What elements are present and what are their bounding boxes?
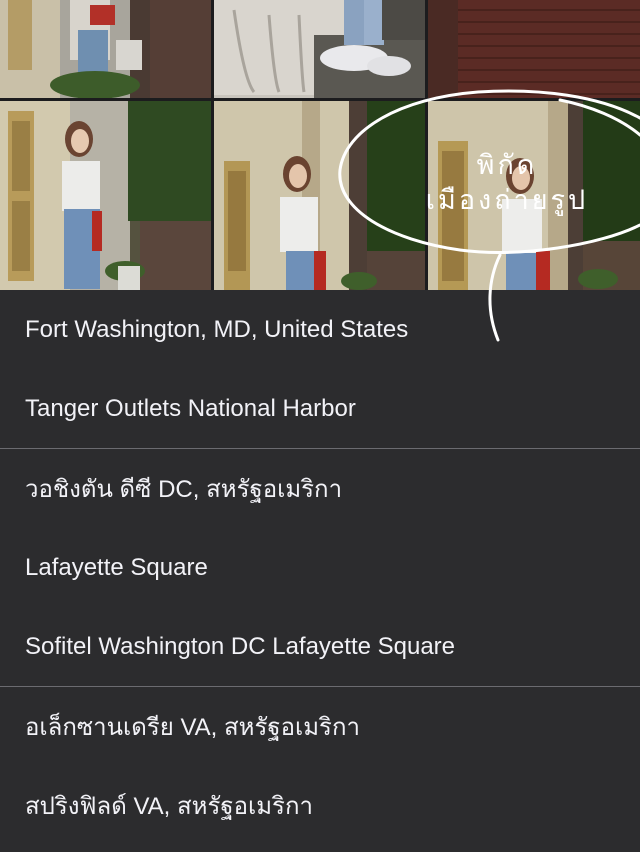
location-label: Tanger Outlets National Harbor	[25, 394, 356, 422]
location-label: Fort Washington, MD, United States	[25, 315, 409, 343]
location-item-springfield[interactable]: สปริงฟิลด์ VA, สหรัฐอเมริกา	[0, 766, 640, 845]
photo-top-middle[interactable]	[214, 0, 425, 98]
location-item-lafayette-square[interactable]: Lafayette Square	[0, 528, 640, 607]
annotation-line-2: เมืองถ่ายรูป	[425, 185, 589, 216]
location-list: Fort Washington, MD, United States Tange…	[0, 290, 640, 845]
location-label: Lafayette Square	[25, 553, 208, 581]
location-item-alexandria[interactable]: อเล็กซานเดรีย VA, สหรัฐอเมริกา	[0, 687, 640, 766]
location-item-fort-washington[interactable]: Fort Washington, MD, United States	[0, 290, 640, 369]
annotation-line-1: พิกัด	[476, 150, 538, 181]
location-item-sofitel[interactable]: Sofitel Washington DC Lafayette Square	[0, 607, 640, 686]
location-label: อเล็กซานเดรีย VA, สหรัฐอเมริกา	[25, 714, 360, 741]
location-label: Sofitel Washington DC Lafayette Square	[25, 632, 456, 660]
annotation-text: พิกัด เมืองถ่ายรูป	[392, 148, 622, 218]
photo-top-left[interactable]	[0, 0, 211, 98]
photo-top-right[interactable]	[428, 0, 640, 98]
location-label: วอชิงตัน ดีซี DC, สหรัฐอเมริกา	[25, 476, 343, 503]
location-item-washington-dc[interactable]: วอชิงตัน ดีซี DC, สหรัฐอเมริกา	[0, 449, 640, 528]
location-label: สปริงฟิลด์ VA, สหรัฐอเมริกา	[25, 793, 313, 820]
photo-bottom-left[interactable]	[0, 101, 211, 290]
photo-grid	[0, 0, 640, 290]
location-item-tanger-outlets[interactable]: Tanger Outlets National Harbor	[0, 369, 640, 448]
